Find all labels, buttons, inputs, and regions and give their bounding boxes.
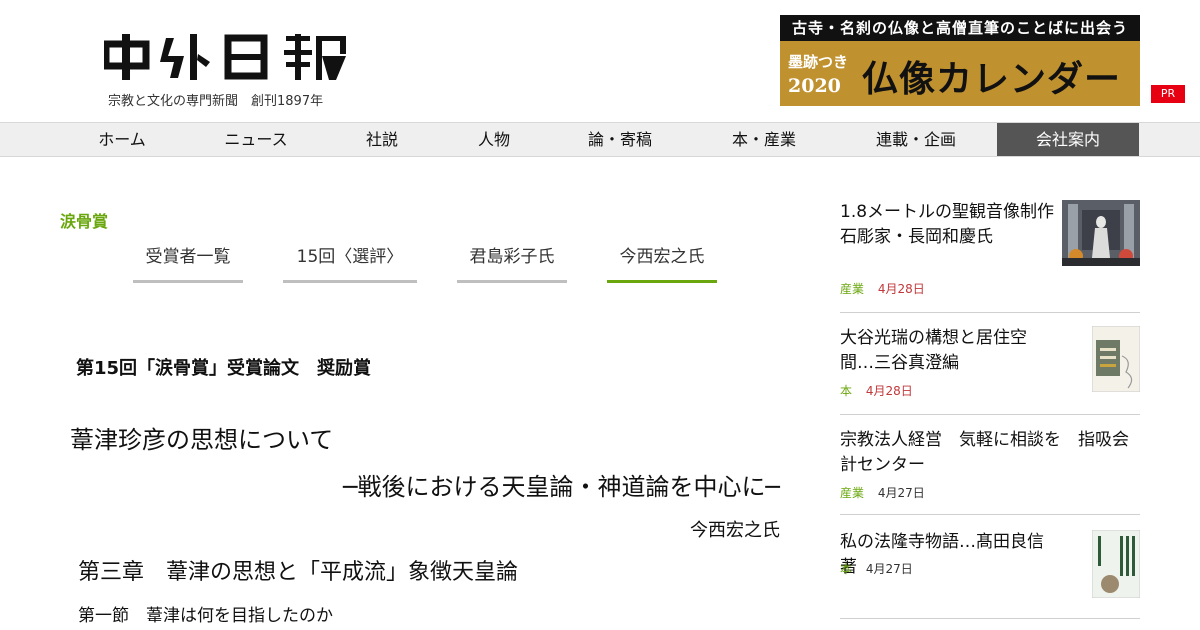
site-tagline: 宗教と文化の専門新聞 創刊1897年 xyxy=(108,94,324,109)
statue-photo-image xyxy=(1062,200,1140,266)
nav-company[interactable]: 会社案内 xyxy=(997,123,1139,156)
nav-people[interactable]: 人物 xyxy=(434,123,554,156)
news-item[interactable]: 私の法隆寺物語…髙田良信著 本 4月27日 xyxy=(840,530,1140,619)
news-item[interactable]: 大谷光瑞の構想と居住空間…三谷真澄編 本 4月28日 xyxy=(840,326,1140,415)
nav-home[interactable]: ホーム xyxy=(62,123,182,156)
ad-subtitle: 墨跡つき xyxy=(788,53,849,71)
section-heading: 第一節 葦津は何を目指したのか xyxy=(78,606,333,626)
ad-year: 2020 xyxy=(788,75,841,97)
nav-opinion[interactable]: 論・寄稿 xyxy=(560,123,680,156)
section-label: 涙骨賞 xyxy=(60,212,109,231)
chapter-heading: 第三章 葦津の思想と「平成流」象徴天皇論 xyxy=(78,560,519,585)
main-nav: ホーム ニュース 社説 人物 論・寄稿 本・産業 連載・企画 会社案内 xyxy=(0,122,1200,157)
tab-winners-list[interactable]: 受賞者一覧 xyxy=(133,244,243,283)
news-date: 4月28日 xyxy=(877,282,925,296)
article-title: 葦津珍彦の思想について xyxy=(70,426,334,454)
nav-news[interactable]: ニュース xyxy=(196,123,316,156)
article-subtitle: ─戦後における天皇論・神道論を中心に─ xyxy=(343,473,780,501)
news-meta: 産業 4月27日 xyxy=(840,484,925,501)
news-item[interactable]: 1.8メートルの聖観音像制作 石彫家・長岡和慶氏 産業 4月28日 xyxy=(840,200,1140,313)
nav-editorial[interactable]: 社説 xyxy=(322,123,442,156)
news-meta: 本 4月27日 xyxy=(840,560,913,577)
news-category[interactable]: 本 xyxy=(840,562,852,576)
news-item[interactable]: 宗教法人経営 気軽に相談を 指吸会計センター 産業 4月27日 xyxy=(840,428,1140,515)
nav-series[interactable]: 連載・企画 xyxy=(856,123,976,156)
logo-mark xyxy=(102,34,346,80)
news-title[interactable]: 1.8メートルの聖観音像制作 石彫家・長岡和慶氏 xyxy=(840,200,1071,250)
news-date: 4月27日 xyxy=(877,486,925,500)
tab-imanishi[interactable]: 今西宏之氏 xyxy=(607,244,717,283)
book-cover-image xyxy=(1092,530,1140,598)
site-logo[interactable] xyxy=(102,32,350,82)
tab-selection-review[interactable]: 15回〈選評〉 xyxy=(283,244,417,283)
article-author: 今西宏之氏 xyxy=(690,520,780,541)
calendar-ad-banner[interactable]: 古寺・名刹の仏像と高僧直筆のことばに出会う 墨跡つき 2020 仏像カレンダー xyxy=(780,15,1140,106)
news-category[interactable]: 産業 xyxy=(840,486,864,500)
news-date: 4月27日 xyxy=(865,562,913,576)
ad-main-title: 仏像カレンダー xyxy=(862,58,1122,100)
news-thumbnail-statue[interactable] xyxy=(1062,200,1140,266)
news-meta: 産業 4月28日 xyxy=(840,280,925,297)
news-category[interactable]: 本 xyxy=(840,384,852,398)
news-meta: 本 4月28日 xyxy=(840,382,913,399)
news-thumbnail-book[interactable] xyxy=(1092,530,1140,598)
news-thumbnail-book[interactable] xyxy=(1092,326,1140,392)
news-date: 4月28日 xyxy=(865,384,913,398)
news-title[interactable]: 大谷光瑞の構想と居住空間…三谷真澄編 xyxy=(840,326,1055,376)
ad-headline: 古寺・名刹の仏像と高僧直筆のことばに出会う xyxy=(780,15,1140,41)
tab-kimishima[interactable]: 君島彩子氏 xyxy=(457,244,567,283)
nav-books-industry[interactable]: 本・産業 xyxy=(704,123,824,156)
news-category[interactable]: 産業 xyxy=(840,282,864,296)
award-heading: 第15回「涙骨賞」受賞論文 奨励賞 xyxy=(76,358,372,379)
book-cover-image xyxy=(1092,326,1140,392)
news-title[interactable]: 宗教法人経営 気軽に相談を 指吸会計センター xyxy=(840,428,1140,478)
pr-badge: PR xyxy=(1151,85,1185,103)
